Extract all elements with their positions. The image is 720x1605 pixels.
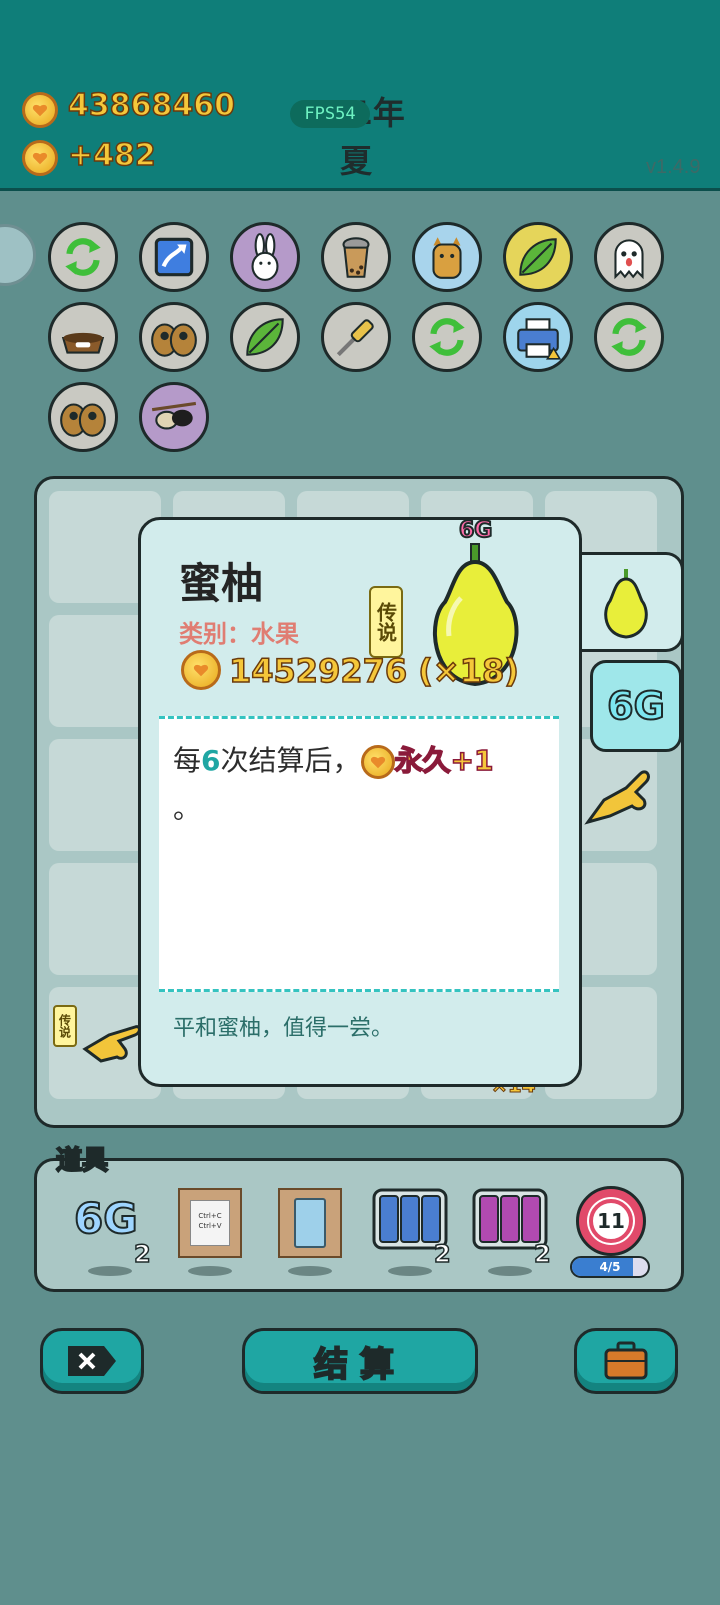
top-bar: 43868460 +482 101年 FPS54 夏 v1.4.9 bbox=[0, 0, 720, 191]
prop-6g[interactable]: 6G bbox=[73, 1193, 139, 1244]
income-coin-icon bbox=[22, 140, 58, 176]
bag-button[interactable] bbox=[574, 1328, 678, 1394]
progress-label: 4/5 bbox=[599, 1260, 621, 1274]
prop-shadow bbox=[288, 1266, 332, 1276]
prop-shadow bbox=[88, 1266, 132, 1276]
income-value: +482 bbox=[67, 137, 156, 174]
desc-text: 次结算后， bbox=[220, 744, 361, 777]
item-description: 每6次结算后， 永久+1 。 bbox=[173, 739, 494, 827]
desc-bonus: 永久+1 bbox=[394, 743, 494, 778]
delete-icon bbox=[68, 1346, 116, 1376]
tier-label: 6G bbox=[606, 683, 666, 729]
coin-icon bbox=[181, 650, 221, 690]
item-detail-card: 蜜柚 类别：水果 传说 6G 14529276 (×18) 每6次结算后， 永久+… bbox=[138, 517, 582, 1087]
recycle-icon[interactable] bbox=[594, 302, 664, 372]
pomelo-icon bbox=[604, 569, 648, 639]
item-name: 蜜柚 bbox=[179, 559, 264, 608]
desc-text: 。 bbox=[173, 792, 202, 825]
desc-text: 每 bbox=[173, 744, 202, 777]
bubble-tea-icon[interactable] bbox=[321, 222, 391, 292]
tier-badge-side[interactable]: 6G bbox=[590, 660, 682, 752]
leaf-icon[interactable] bbox=[230, 302, 300, 372]
prop-count: 2 bbox=[433, 1239, 451, 1269]
ctrl-v-text: Ctrl+V bbox=[198, 1222, 222, 1230]
props-label: 道具 bbox=[55, 1145, 109, 1177]
printer-icon[interactable] bbox=[503, 302, 573, 372]
item-value: 14529276 (×18) bbox=[228, 651, 519, 691]
target-value: 11 bbox=[589, 1199, 633, 1243]
briefcase-icon bbox=[604, 1341, 648, 1380]
rarity-badge: 传说 bbox=[369, 586, 403, 658]
remove-button[interactable] bbox=[40, 1328, 144, 1394]
cat-food-icon[interactable] bbox=[48, 302, 118, 372]
prop-shadow bbox=[388, 1266, 432, 1276]
recycle-icon[interactable] bbox=[48, 222, 118, 292]
fps-counter: FPS54 bbox=[290, 100, 370, 128]
pointing-hand-icon bbox=[79, 1009, 141, 1069]
coin-total: 43868460 bbox=[67, 87, 236, 124]
pointing-hand-icon bbox=[580, 766, 652, 830]
owl-pair-icon[interactable] bbox=[48, 382, 118, 452]
screwdriver-icon[interactable] bbox=[321, 302, 391, 372]
owl-pair-icon[interactable] bbox=[139, 302, 209, 372]
ghost-icon[interactable] bbox=[594, 222, 664, 292]
rabbit-icon[interactable] bbox=[230, 222, 300, 292]
coin-icon bbox=[22, 92, 58, 128]
round-badge[interactable] bbox=[0, 224, 36, 286]
prop-target[interactable]: 11 bbox=[576, 1186, 646, 1256]
target-progress: 4/5 bbox=[570, 1256, 650, 1278]
prop-count: 2 bbox=[133, 1239, 151, 1269]
prop-shadow bbox=[188, 1266, 232, 1276]
ctrl-c-text: Ctrl+C bbox=[198, 1212, 222, 1220]
cat-icon[interactable] bbox=[412, 222, 482, 292]
desc-count: 6 bbox=[201, 744, 221, 777]
prop-count: 2 bbox=[533, 1239, 551, 1269]
eyepatch-icon[interactable] bbox=[139, 382, 209, 452]
leaf-icon[interactable] bbox=[503, 222, 573, 292]
version-label: v1.4.9 bbox=[646, 156, 701, 178]
rarity-tag-small: 传说 bbox=[53, 1005, 77, 1047]
arrow-box-icon[interactable] bbox=[139, 222, 209, 292]
settle-button[interactable]: 结算 bbox=[242, 1328, 478, 1394]
prop-shadow bbox=[488, 1266, 532, 1276]
settle-label: 结算 bbox=[313, 1344, 406, 1386]
prop-ctrl-c-ctrl-v[interactable]: Ctrl+C Ctrl+V bbox=[178, 1188, 242, 1258]
selected-item-tab[interactable] bbox=[574, 552, 684, 652]
fridge-icon bbox=[294, 1198, 326, 1248]
prop-fridge[interactable] bbox=[278, 1188, 342, 1258]
item-description-box: 每6次结算后， 永久+1 。 bbox=[159, 716, 559, 992]
tier-label: 6G bbox=[73, 1193, 139, 1244]
season-label: 夏 bbox=[340, 142, 373, 180]
item-category: 类别：水果 bbox=[179, 620, 299, 648]
recycle-icon[interactable] bbox=[412, 302, 482, 372]
flavor-text: 平和蜜柚，值得一尝。 bbox=[173, 1016, 394, 1041]
coin-icon bbox=[360, 745, 395, 779]
